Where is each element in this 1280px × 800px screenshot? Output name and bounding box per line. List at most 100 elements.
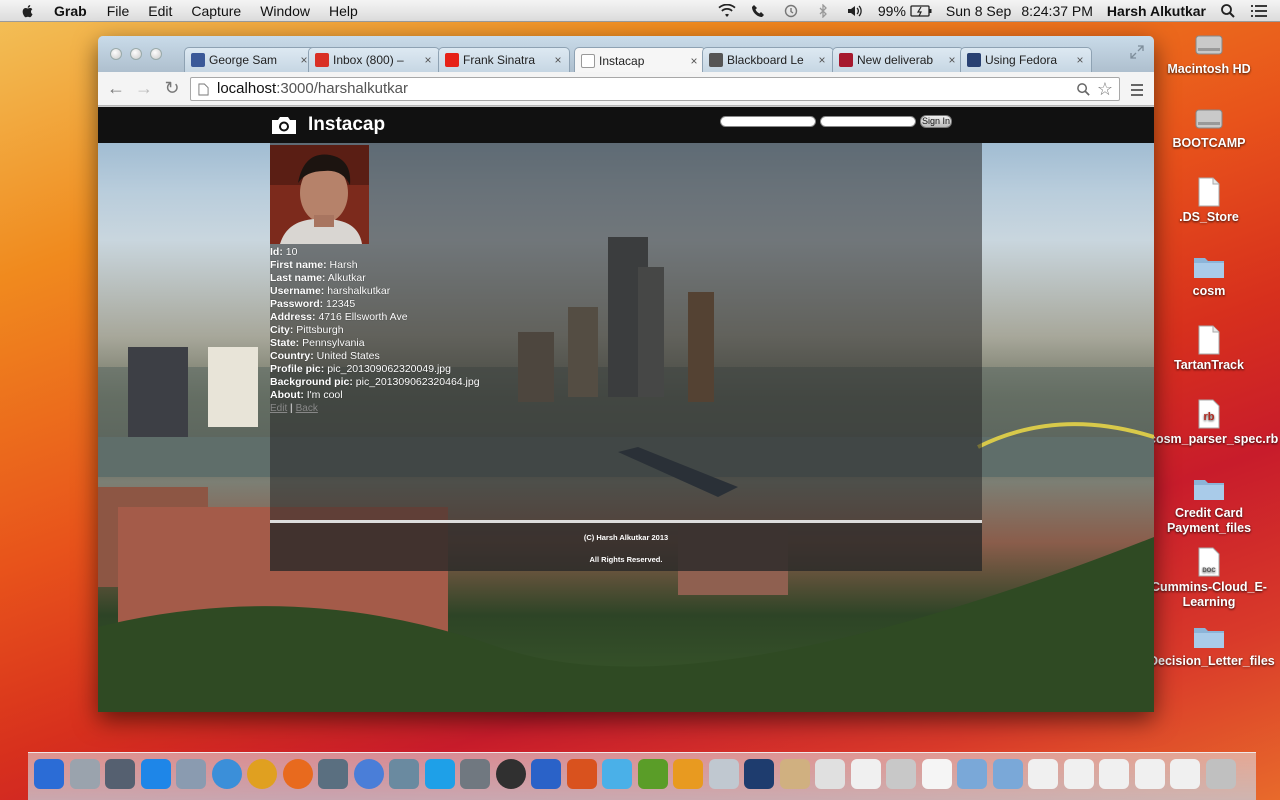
window-zoom-button[interactable] bbox=[150, 48, 162, 60]
utility-icon[interactable] bbox=[460, 759, 490, 789]
window-icon[interactable] bbox=[1099, 759, 1129, 789]
launchpad-icon[interactable] bbox=[69, 759, 100, 789]
menu-capture[interactable]: Capture bbox=[191, 3, 241, 19]
window-icon[interactable] bbox=[1028, 759, 1058, 789]
textedit-icon[interactable] bbox=[850, 759, 881, 789]
window-icon[interactable] bbox=[1063, 759, 1094, 789]
facetime-icon[interactable] bbox=[318, 759, 348, 789]
browser-tab[interactable]: Inbox (800) – × bbox=[308, 47, 440, 72]
password-field[interactable] bbox=[820, 116, 916, 127]
photoshop-icon[interactable] bbox=[744, 759, 774, 789]
notification-center-icon[interactable] bbox=[1250, 4, 1268, 18]
desktop-icon[interactable]: Decision_Letter_files bbox=[1149, 620, 1275, 669]
brand-logo[interactable]: Instacap bbox=[270, 113, 385, 137]
forward-arrow-icon[interactable]: → bbox=[134, 78, 154, 98]
wifi-icon[interactable] bbox=[718, 4, 736, 18]
hard-drive-icon bbox=[1193, 28, 1225, 60]
profile-field-label: Username: bbox=[270, 285, 325, 297]
tab-close-icon[interactable]: × bbox=[815, 53, 829, 67]
desktop-icon[interactable]: Credit Card Payment_files bbox=[1149, 472, 1269, 536]
browser-tab[interactable]: Instacap × bbox=[574, 47, 706, 73]
menu-window[interactable]: Window bbox=[260, 3, 310, 19]
tab-close-icon[interactable]: × bbox=[687, 54, 701, 68]
back-arrow-icon[interactable]: ← bbox=[106, 78, 126, 98]
desktop-icon[interactable]: cosm bbox=[1149, 250, 1269, 299]
finder-icon[interactable] bbox=[34, 759, 64, 789]
menu-icon[interactable] bbox=[1130, 83, 1144, 97]
username-field[interactable] bbox=[720, 116, 816, 127]
desktop-icon[interactable]: .DS_Store bbox=[1149, 176, 1269, 225]
folder-icon[interactable] bbox=[992, 759, 1023, 789]
battery-icon[interactable] bbox=[910, 4, 932, 18]
address-bar[interactable]: localhost:3000/harshalkutkar ☆ bbox=[190, 77, 1120, 101]
firefox-icon[interactable] bbox=[282, 759, 313, 789]
word-icon[interactable] bbox=[531, 759, 561, 789]
menu-file[interactable]: File bbox=[107, 3, 130, 19]
window-minimize-button[interactable] bbox=[130, 48, 142, 60]
sign-in-button[interactable]: Sign In bbox=[920, 115, 952, 128]
trash-icon[interactable] bbox=[1205, 759, 1236, 789]
desktop-icon[interactable]: BOOTCAMP bbox=[1149, 102, 1269, 151]
window-close-button[interactable] bbox=[110, 48, 122, 60]
search-icon[interactable] bbox=[1076, 82, 1091, 97]
database-icon[interactable] bbox=[815, 759, 845, 789]
phone-icon[interactable] bbox=[750, 4, 768, 18]
volume-icon[interactable] bbox=[846, 4, 864, 18]
chrome-icon[interactable] bbox=[247, 759, 277, 789]
document-icon[interactable] bbox=[921, 759, 952, 789]
time-machine-icon[interactable] bbox=[782, 4, 800, 18]
app-store-icon[interactable] bbox=[140, 759, 171, 789]
app-menu-grab[interactable]: Grab bbox=[54, 3, 87, 19]
menu-edit[interactable]: Edit bbox=[148, 3, 172, 19]
bookmark-star-icon[interactable]: ☆ bbox=[1097, 78, 1113, 100]
browser-tab[interactable]: Blackboard Le × bbox=[702, 47, 834, 72]
tab-close-icon[interactable]: × bbox=[1073, 53, 1087, 67]
reload-icon[interactable]: ↻ bbox=[162, 78, 182, 98]
doc-file-icon: DOC bbox=[1193, 546, 1225, 578]
iphoto-icon[interactable] bbox=[389, 759, 419, 789]
window-icon[interactable] bbox=[1134, 759, 1165, 789]
dreamweaver-icon[interactable] bbox=[637, 759, 668, 789]
tab-title: Frank Sinatra bbox=[463, 53, 536, 67]
menubar-user[interactable]: Harsh Alkutkar bbox=[1107, 3, 1206, 19]
user-icon[interactable] bbox=[779, 759, 810, 789]
messages-icon[interactable] bbox=[602, 759, 632, 789]
menubar-date[interactable]: Sun 8 Sep bbox=[946, 3, 1011, 19]
system-icon[interactable] bbox=[105, 759, 135, 789]
browser-tab[interactable]: Frank Sinatra × bbox=[438, 47, 570, 72]
photos-icon[interactable] bbox=[708, 759, 739, 789]
tab-close-icon[interactable]: × bbox=[551, 53, 565, 67]
tab-close-icon[interactable]: × bbox=[421, 53, 435, 67]
grab-icon[interactable] bbox=[886, 759, 916, 789]
back-link[interactable]: Back bbox=[296, 403, 318, 414]
battery-percent[interactable]: 99% bbox=[878, 3, 906, 19]
browser-tab[interactable]: Using Fedora × bbox=[960, 47, 1092, 72]
tab-close-icon[interactable]: × bbox=[945, 53, 959, 67]
desktop-icon[interactable]: rb cosm_parser_spec.rb bbox=[1149, 398, 1278, 447]
desktop-icon[interactable]: DOC Cummins-Cloud_E-Learning bbox=[1149, 546, 1269, 610]
menu-help[interactable]: Help bbox=[329, 3, 358, 19]
itunes-icon[interactable] bbox=[353, 759, 384, 789]
gmail-icon bbox=[315, 53, 329, 67]
bluetooth-icon[interactable] bbox=[814, 4, 832, 18]
desktop-icon[interactable]: Macintosh HD bbox=[1149, 28, 1269, 77]
edit-link[interactable]: Edit bbox=[270, 403, 287, 414]
page-icon bbox=[198, 83, 209, 96]
fullscreen-icon[interactable] bbox=[1130, 45, 1144, 59]
apple-menu-icon[interactable] bbox=[20, 3, 36, 19]
skype-icon[interactable] bbox=[424, 759, 455, 789]
desktop-icon[interactable]: TartanTrack bbox=[1149, 324, 1269, 373]
powerpoint-icon[interactable] bbox=[566, 759, 597, 789]
folder-icon[interactable] bbox=[957, 759, 987, 789]
profile-field: Profile pic: pic_201309062320049.jpg bbox=[270, 363, 480, 376]
web-page: (C) Harsh Alkutkar 2013 All Rights Reser… bbox=[98, 107, 1154, 712]
preview-icon[interactable] bbox=[176, 759, 206, 789]
menubar-clock[interactable]: 8:24:37 PM bbox=[1021, 3, 1093, 19]
browser-tab[interactable]: New deliverab × bbox=[832, 47, 964, 72]
safari-icon[interactable] bbox=[211, 759, 242, 789]
spotlight-search-icon[interactable] bbox=[1220, 3, 1236, 19]
camera-icon[interactable] bbox=[495, 759, 526, 789]
window-icon[interactable] bbox=[1170, 759, 1200, 789]
browser-tab[interactable]: George Sam × bbox=[184, 47, 316, 72]
illustrator-icon[interactable] bbox=[673, 759, 703, 789]
